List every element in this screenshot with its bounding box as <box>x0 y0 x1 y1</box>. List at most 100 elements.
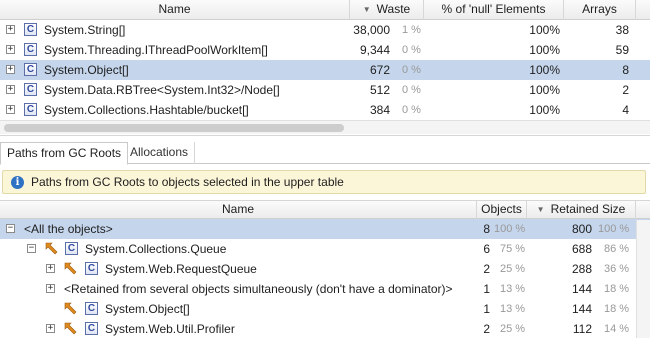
table-row[interactable]: + C System.String[] 38,000 1 % 100% 38 <box>0 20 650 40</box>
class-icon: C <box>65 242 78 255</box>
class-icon: C <box>85 262 98 275</box>
column-header-objects-label: Objects <box>481 202 522 216</box>
row-retained-pct: 18 % <box>604 303 630 315</box>
tab-allocations[interactable]: Allocations <box>124 142 196 164</box>
row-objects-pct: 75 % <box>500 243 526 255</box>
column-header-null-pct-label: % of 'null' Elements <box>441 2 546 16</box>
expand-icon[interactable]: + <box>46 324 55 333</box>
tab-bar: Paths from GC Roots Allocations <box>0 142 650 165</box>
tab-paths-from-gc-roots[interactable]: Paths from GC Roots <box>0 142 129 165</box>
gc-root-path-icon <box>64 322 77 335</box>
info-bar: i Paths from GC Roots to objects selecte… <box>2 170 646 194</box>
vertical-scrollbar[interactable] <box>636 220 650 338</box>
row-waste-pct: 1 % <box>402 24 421 36</box>
upper-table: Name ▼ Waste % of 'null' Elements Arrays … <box>0 0 650 136</box>
row-objects: 1 <box>483 302 490 316</box>
row-retained-pct: 86 % <box>604 243 630 255</box>
table-row[interactable]: + C System.Threading.IThreadPoolWorkItem… <box>0 40 650 60</box>
row-retained: 144 <box>571 282 592 296</box>
row-name: System.Web.RequestQueue <box>105 262 257 276</box>
expand-icon[interactable]: + <box>46 264 55 273</box>
gc-root-path-icon <box>64 302 77 315</box>
row-waste-pct: 0 % <box>402 84 421 96</box>
column-header-objects[interactable]: Objects <box>477 201 527 219</box>
class-icon: C <box>85 302 98 315</box>
gc-root-path-icon <box>64 262 77 275</box>
upper-table-header: Name ▼ Waste % of 'null' Elements Arrays <box>0 0 650 20</box>
row-retained-pct: 36 % <box>604 263 630 275</box>
row-retained-pct: 100 % <box>598 223 630 235</box>
row-retained-pct: 14 % <box>604 323 630 335</box>
row-name: <Retained from several objects simultane… <box>64 282 453 296</box>
tree-row[interactable]: + C System.Web.Util.Profiler 2 25 % 112 … <box>0 319 650 338</box>
row-name: <All the objects> <box>24 222 113 236</box>
expand-icon[interactable]: + <box>6 65 15 74</box>
table-row[interactable]: + C System.Collections.Hashtable/bucket[… <box>0 100 650 120</box>
table-row-selected[interactable]: + C System.Object[] 672 0 % 100% 8 <box>0 60 650 80</box>
column-header-name[interactable]: Name <box>0 201 477 219</box>
row-objects-pct: 13 % <box>500 303 526 315</box>
lower-table: Name Objects ▼ Retained Size − <All the o… <box>0 200 650 338</box>
expand-icon[interactable]: + <box>6 85 15 94</box>
tree-row-selected[interactable]: − <All the objects> 8 100 % 800 100 % <box>0 219 650 239</box>
row-name: System.String[] <box>44 23 126 37</box>
column-header-name-label: Name <box>158 2 191 16</box>
row-arrays: 38 <box>615 23 629 37</box>
row-waste: 512 <box>369 83 390 97</box>
row-waste: 672 <box>369 63 390 77</box>
sort-desc-icon: ▼ <box>362 5 371 14</box>
row-objects-pct: 25 % <box>500 263 526 275</box>
info-icon: i <box>11 176 24 189</box>
expand-icon[interactable]: + <box>6 25 15 34</box>
column-header-name[interactable]: Name <box>0 0 350 20</box>
column-header-waste-label: Waste <box>376 2 411 16</box>
row-retained: 288 <box>571 262 592 276</box>
row-waste-pct: 0 % <box>402 104 421 116</box>
row-retained: 800 <box>571 222 592 236</box>
row-null-pct: 100% <box>529 43 560 57</box>
tree-row[interactable]: C System.Object[] 1 13 % 144 18 % <box>0 299 650 319</box>
tree-row[interactable]: − C System.Collections.Queue 6 75 % 688 … <box>0 239 650 259</box>
collapse-icon[interactable]: − <box>27 244 36 253</box>
expand-icon[interactable]: + <box>6 105 15 114</box>
column-header-waste[interactable]: ▼ Waste <box>350 0 424 20</box>
horizontal-scrollbar[interactable] <box>0 120 650 134</box>
column-header-retained-label: Retained Size <box>550 202 626 216</box>
expand-icon[interactable]: + <box>6 45 15 54</box>
column-header-arrays[interactable]: Arrays <box>564 0 636 20</box>
table-row[interactable]: + C System.Data.RBTree<System.Int32>/Nod… <box>0 80 650 100</box>
row-name: System.Data.RBTree<System.Int32>/Node[] <box>44 83 280 97</box>
row-name: System.Object[] <box>44 63 129 77</box>
row-null-pct: 100% <box>529 23 560 37</box>
tree-row[interactable]: + C System.Web.RequestQueue 2 25 % 288 3… <box>0 259 650 279</box>
info-bar-text: Paths from GC Roots to objects selected … <box>31 175 344 189</box>
column-header-null-pct[interactable]: % of 'null' Elements <box>424 0 564 20</box>
column-header-retained-size[interactable]: ▼ Retained Size <box>527 201 636 219</box>
class-icon: C <box>24 23 37 36</box>
class-icon: C <box>24 83 37 96</box>
horizontal-scrollbar-thumb[interactable] <box>4 124 344 132</box>
column-header-arrays-label: Arrays <box>582 2 617 16</box>
row-arrays: 2 <box>622 83 629 97</box>
class-icon: C <box>24 43 37 56</box>
expand-icon[interactable]: + <box>46 284 55 293</box>
class-icon: C <box>85 322 98 335</box>
row-objects-pct: 25 % <box>500 323 526 335</box>
lower-table-header: Name Objects ▼ Retained Size <box>0 200 650 219</box>
row-objects: 1 <box>483 282 490 296</box>
row-objects: 8 <box>483 222 490 236</box>
sort-desc-icon: ▼ <box>536 205 545 214</box>
collapse-icon[interactable]: − <box>6 224 15 233</box>
row-null-pct: 100% <box>529 83 560 97</box>
row-arrays: 8 <box>622 63 629 77</box>
row-waste: 384 <box>369 103 390 117</box>
row-objects: 2 <box>483 262 490 276</box>
row-waste-pct: 0 % <box>402 44 421 56</box>
row-name: System.Threading.IThreadPoolWorkItem[] <box>44 43 268 57</box>
tree-row[interactable]: + <Retained from several objects simulta… <box>0 279 650 299</box>
class-icon: C <box>24 63 37 76</box>
row-name: System.Object[] <box>105 302 190 316</box>
row-waste-pct: 0 % <box>402 64 421 76</box>
row-objects: 6 <box>483 242 490 256</box>
row-name: System.Collections.Queue <box>85 242 227 256</box>
